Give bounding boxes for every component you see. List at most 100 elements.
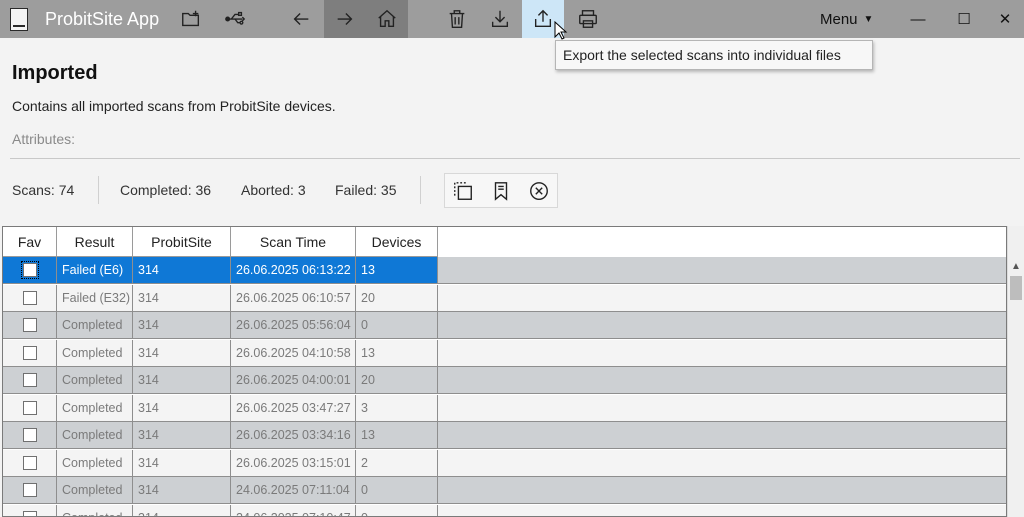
column-header-scan-time[interactable]: Scan Time <box>231 227 356 257</box>
probitsite-cell: 314 <box>133 422 231 448</box>
scan-time-cell: 26.06.2025 04:10:58 <box>231 339 356 366</box>
probitsite-cell: 314 <box>133 367 231 393</box>
menu-button[interactable]: Menu ▼ <box>810 0 880 38</box>
table-row[interactable]: Completed 314 26.06.2025 03:15:01 2 <box>3 449 1006 477</box>
table-row[interactable]: Completed 314 24.06.2025 07:11:04 0 <box>3 477 1006 504</box>
print-button[interactable] <box>567 0 609 38</box>
caret-down-icon: ▼ <box>863 13 874 25</box>
row-filler <box>438 312 1006 338</box>
fav-checkbox[interactable] <box>22 510 37 516</box>
fav-checkbox[interactable] <box>22 290 37 305</box>
result-cell: Completed <box>57 312 133 338</box>
home-button[interactable] <box>366 0 408 38</box>
table-row[interactable]: Completed31424.06.2025 07:10:470 <box>3 504 1006 517</box>
result-cell: Failed (E32) <box>57 284 133 311</box>
page-description: Contains all imported scans from ProbitS… <box>12 98 336 114</box>
close-circle-icon <box>530 182 548 200</box>
scan-time-cell: 26.06.2025 06:10:57 <box>231 284 356 311</box>
result-cell: Completed <box>57 422 133 448</box>
export-icon <box>534 9 552 28</box>
select-all-icon <box>454 182 472 200</box>
stats-separator <box>98 176 99 204</box>
app-logo-icon <box>10 8 28 31</box>
scrollbar-thumb[interactable] <box>1010 276 1022 300</box>
fav-cell <box>3 504 57 516</box>
fav-checkbox[interactable] <box>22 400 37 415</box>
result-cell: Completed <box>57 504 133 516</box>
table-row[interactable]: Completed 314 26.06.2025 04:10:58 13 <box>3 339 1006 367</box>
minimize-button[interactable]: — <box>895 0 941 38</box>
probitsite-cell: 314 <box>133 449 231 476</box>
stat-scans: Scans: 74 <box>12 182 75 198</box>
table-row[interactable]: Completed 314 26.06.2025 05:56:04 0 <box>3 312 1006 339</box>
column-header-result[interactable]: Result <box>57 227 133 257</box>
scans-table: Fav Result ProbitSite Scan Time Devices … <box>2 226 1007 517</box>
stat-failed: Failed: 35 <box>335 182 397 198</box>
mouse-cursor-icon <box>554 21 568 40</box>
fav-checkbox[interactable] <box>22 455 37 470</box>
probitsite-cell: 314 <box>133 284 231 311</box>
table-row[interactable]: Completed 314 26.06.2025 04:00:01 20 <box>3 367 1006 394</box>
bookmark-button[interactable] <box>486 178 516 204</box>
fav-checkbox[interactable] <box>22 483 37 497</box>
row-filler <box>438 257 1006 283</box>
scan-time-cell: 26.06.2025 03:15:01 <box>231 449 356 476</box>
maximize-button[interactable]: ☐ <box>941 0 987 38</box>
result-cell: Completed <box>57 339 133 366</box>
usb-icon <box>225 11 246 25</box>
table-row[interactable]: Failed (E6) 314 26.06.2025 06:13:22 13 <box>3 257 1006 284</box>
new-folder-button[interactable] <box>170 0 212 38</box>
devices-cell: 13 <box>356 339 438 366</box>
fav-checkbox[interactable] <box>22 345 37 360</box>
table-header: Fav Result ProbitSite Scan Time Devices <box>3 227 438 257</box>
fav-checkbox[interactable] <box>22 428 37 442</box>
result-cell: Completed <box>57 449 133 476</box>
import-icon <box>491 10 509 28</box>
result-cell: Completed <box>57 477 133 503</box>
row-filler <box>438 505 1006 517</box>
column-header-probitsite[interactable]: ProbitSite <box>133 227 231 257</box>
row-filler <box>438 477 1006 503</box>
forward-button[interactable] <box>324 0 366 38</box>
fav-cell <box>3 394 57 421</box>
scan-time-cell: 26.06.2025 04:00:01 <box>231 367 356 393</box>
fav-checkbox[interactable] <box>22 373 37 387</box>
close-button[interactable]: ✕ <box>982 0 1024 38</box>
clear-selection-button[interactable] <box>524 178 554 204</box>
scroll-up-icon[interactable]: ▲ <box>1008 258 1024 274</box>
table-row[interactable]: Failed (E32) 314 26.06.2025 06:10:57 20 <box>3 284 1006 312</box>
vertical-scrollbar[interactable]: ▲ <box>1007 226 1024 517</box>
result-cell: Completed <box>57 367 133 393</box>
probitsite-cell: 314 <box>133 257 231 283</box>
column-header-devices[interactable]: Devices <box>356 227 438 257</box>
back-button[interactable] <box>280 0 322 38</box>
fav-cell <box>3 477 57 503</box>
row-filler <box>438 367 1006 393</box>
fav-cell <box>3 284 57 311</box>
row-filler <box>438 422 1006 448</box>
fav-checkbox[interactable] <box>22 318 37 332</box>
probitsite-cell: 314 <box>133 312 231 338</box>
usb-button[interactable] <box>214 0 256 38</box>
table-row[interactable]: Completed 314 26.06.2025 03:47:27 3 <box>3 394 1006 422</box>
scan-time-cell: 26.06.2025 03:47:27 <box>231 394 356 421</box>
devices-cell: 0 <box>356 477 438 503</box>
title-bar: ProbitSite App Menu ▼ — ☐ ✕ <box>0 0 1024 38</box>
delete-button[interactable] <box>436 0 478 38</box>
fav-cell <box>3 257 57 283</box>
column-header-fav[interactable]: Fav <box>3 227 57 257</box>
attributes-label: Attributes: <box>12 131 76 147</box>
back-arrow-icon <box>293 13 309 25</box>
probitsite-cell: 314 <box>133 477 231 503</box>
table-row[interactable]: Completed 314 26.06.2025 03:34:16 13 <box>3 422 1006 449</box>
trash-icon <box>449 10 465 28</box>
fav-checkbox[interactable] <box>20 261 39 279</box>
probitsite-cell: 314 <box>133 504 231 516</box>
probitsite-cell: 314 <box>133 339 231 366</box>
devices-cell: 13 <box>356 257 438 283</box>
select-all-button[interactable] <box>448 178 478 204</box>
probitsite-cell: 314 <box>133 394 231 421</box>
devices-cell: 2 <box>356 449 438 476</box>
scan-time-cell: 26.06.2025 03:34:16 <box>231 422 356 448</box>
import-button[interactable] <box>479 0 521 38</box>
